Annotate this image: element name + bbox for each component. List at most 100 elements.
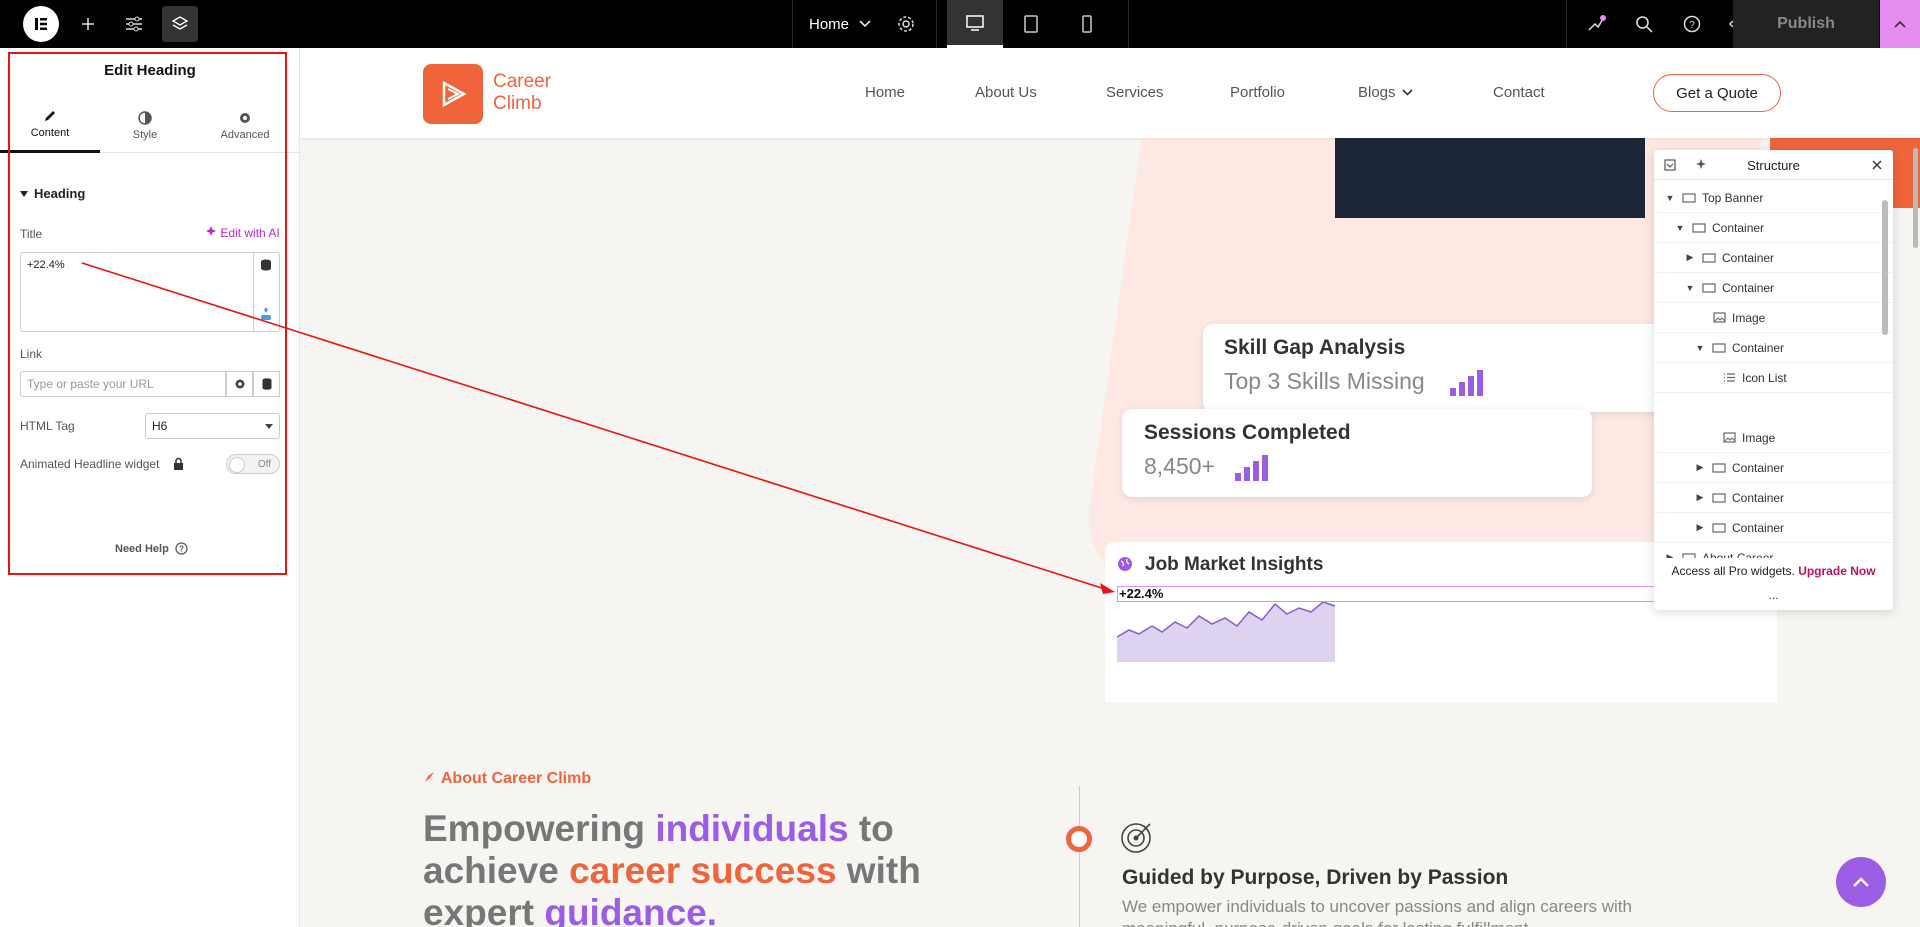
caret-down-icon[interactable]: ▼ (1694, 343, 1706, 353)
caret-down-icon[interactable]: ▼ (1684, 283, 1696, 293)
purpose-title: Guided by Purpose, Driven by Passion (1122, 866, 1509, 889)
edit-with-ai-label: Edit with AI (220, 226, 280, 240)
chevron-up-icon (1853, 876, 1869, 887)
structure-item[interactable]: ▼ Top Banner (1654, 183, 1893, 213)
tab-advanced[interactable]: Advanced (200, 98, 290, 153)
site-logo-icon[interactable] (423, 64, 483, 124)
html-tag-label: HTML Tag (20, 419, 75, 433)
container-icon (1710, 522, 1728, 533)
html-tag-select[interactable]: H6 (145, 413, 280, 439)
structure-item[interactable]: ▶ About Career (1654, 543, 1893, 558)
help-icon[interactable]: ? (1674, 6, 1710, 42)
edit-with-ai-button[interactable]: Edit with AI (206, 226, 280, 240)
top-bar: Home ? Publish (0, 0, 1920, 48)
mobile-icon[interactable] (1059, 0, 1115, 48)
desktop-icon[interactable] (947, 0, 1003, 48)
tab-label: Advanced (220, 128, 270, 141)
nav-portfolio[interactable]: Portfolio (1230, 84, 1285, 101)
nav-home[interactable]: Home (865, 84, 905, 101)
get-quote-button[interactable]: Get a Quote (1653, 74, 1781, 112)
publish-options-button[interactable] (1880, 0, 1920, 48)
nav-contact[interactable]: Contact (1493, 84, 1545, 101)
need-help-link[interactable]: Need Help ? (115, 542, 188, 555)
container-icon (1700, 252, 1718, 263)
nav-blogs[interactable]: Blogs (1358, 84, 1413, 101)
search-icon[interactable] (1626, 6, 1662, 42)
structure-item[interactable]: ▶ Container (1654, 243, 1893, 273)
link-dynamic-button[interactable] (253, 371, 280, 397)
structure-item-label: Container (1722, 280, 1775, 295)
pro-upsell-text: Access all Pro widgets. (1671, 564, 1795, 578)
container-icon (1680, 552, 1698, 558)
site-header: Career Climb Home About Us Services Port… (300, 48, 1920, 138)
structure-item[interactable]: ▶ Container (1654, 483, 1893, 513)
whats-new-icon[interactable] (1578, 6, 1614, 42)
nav-about[interactable]: About Us (975, 84, 1037, 101)
hero-photo (1335, 138, 1645, 218)
title-textarea[interactable]: +22.4% (20, 252, 280, 332)
nav-blogs-label: Blogs (1358, 84, 1396, 101)
site-logo-text[interactable]: Career Climb (493, 71, 551, 115)
add-icon[interactable] (70, 6, 106, 42)
nav-services[interactable]: Services (1106, 84, 1164, 101)
layers-icon[interactable] (162, 6, 198, 42)
tab-style[interactable]: Style (100, 98, 190, 153)
sliders-icon[interactable] (116, 6, 152, 42)
tablet-icon[interactable] (1003, 0, 1059, 48)
structure-item[interactable]: ▶ Container (1654, 453, 1893, 483)
structure-item[interactable]: Icon List (1654, 363, 1893, 393)
structure-item[interactable]: ▼ Container (1654, 273, 1893, 303)
page-scrollbar[interactable] (1913, 148, 1918, 248)
close-icon[interactable] (1872, 160, 1882, 170)
structure-item[interactable]: ▼ Container (1654, 213, 1893, 243)
selected-heading-widget[interactable]: +22.4% (1117, 586, 1657, 602)
caret-down-icon[interactable]: ▼ (1664, 193, 1676, 203)
panel-tabs: Content Style Advanced (0, 98, 300, 153)
structure-item[interactable]: ▼ Container (1654, 333, 1893, 363)
section-heading-toggle[interactable]: Heading (20, 186, 85, 201)
caret-down-icon[interactable]: ▼ (1674, 223, 1686, 233)
tab-label: Style (132, 128, 158, 141)
card-title: Skill Gap Analysis (1224, 336, 1406, 359)
ai-assist-icon[interactable] (259, 306, 273, 327)
elementor-logo-icon[interactable] (23, 6, 59, 42)
about-heading-part: guidance. (544, 892, 718, 927)
caret-right-icon[interactable]: ▶ (1694, 462, 1706, 473)
container-icon (1710, 462, 1728, 473)
structure-item-label: About Career (1702, 550, 1774, 559)
animated-headline-label: Animated Headline widget (20, 457, 160, 471)
link-options-button[interactable] (226, 371, 253, 397)
timeline-line (1079, 786, 1080, 927)
animated-headline-toggle[interactable]: Off (226, 454, 280, 474)
caret-right-icon[interactable]: ▶ (1684, 252, 1696, 263)
dynamic-tags-icon[interactable] (260, 258, 272, 276)
about-tag-text: About Career Climb (440, 770, 592, 787)
container-icon (1680, 192, 1698, 203)
more-dots[interactable]: ... (1654, 588, 1893, 602)
structure-item[interactable]: Image (1654, 303, 1893, 333)
card-title: Job Market Insights (1145, 554, 1324, 575)
structure-item[interactable]: Image (1654, 423, 1893, 453)
settings-icon[interactable] (888, 6, 924, 42)
link-input[interactable]: Type or paste your URL (20, 371, 226, 397)
panel-title: Edit Heading (104, 62, 196, 79)
tab-content[interactable]: Content (0, 98, 100, 153)
scroll-to-top-button[interactable] (1836, 857, 1886, 907)
caret-right-icon[interactable]: ▶ (1694, 522, 1706, 533)
upgrade-now-link[interactable]: Upgrade Now (1798, 564, 1875, 578)
about-tag: About Career Climb (423, 770, 591, 788)
structure-item-label: Container (1712, 220, 1765, 235)
caret-right-icon[interactable]: ▶ (1694, 492, 1706, 503)
container-icon (1710, 342, 1728, 353)
divider (936, 0, 937, 48)
page-selector[interactable]: Home (809, 0, 871, 48)
editor-panel (0, 48, 300, 927)
caret-right-icon[interactable]: ▶ (1664, 552, 1676, 558)
structure-item[interactable]: ▶ Container (1654, 513, 1893, 543)
database-icon (262, 378, 271, 390)
structure-scrollbar[interactable] (1882, 200, 1888, 335)
bar-chart-icon (1450, 370, 1483, 396)
publish-button[interactable]: Publish (1733, 0, 1879, 48)
rocket-icon (425, 772, 434, 782)
structure-item-label: Container (1732, 520, 1785, 535)
